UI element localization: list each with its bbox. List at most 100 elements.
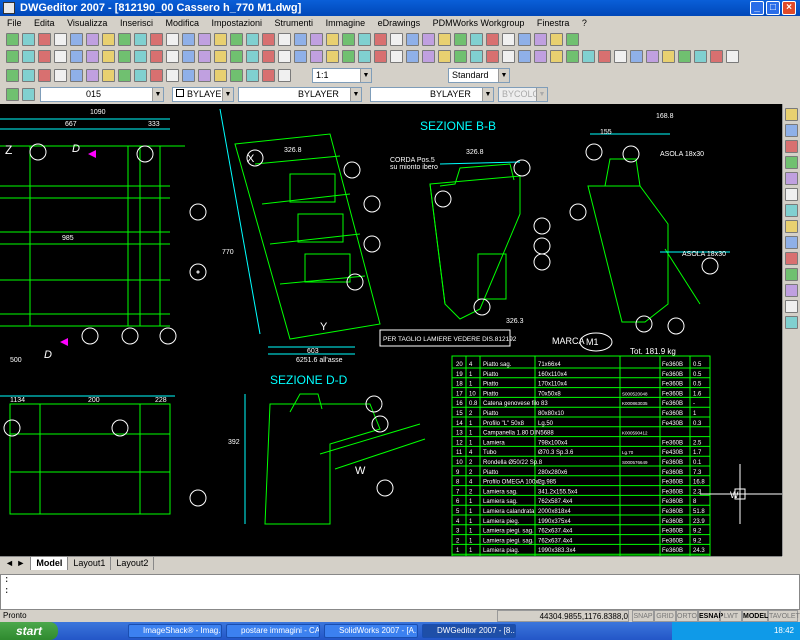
toolbar-tool-icon[interactable] bbox=[598, 50, 611, 63]
task-solidworks[interactable]: SolidWorks 2007 - [A... bbox=[324, 624, 418, 638]
modify-tool-icon[interactable] bbox=[785, 108, 798, 121]
toolbar-tool-icon[interactable] bbox=[726, 50, 739, 63]
toolbar-tool-icon[interactable] bbox=[646, 50, 659, 63]
modify-tool-icon[interactable] bbox=[785, 252, 798, 265]
tab-nav-arrows[interactable]: ◄ ► bbox=[0, 557, 32, 570]
toolbar-tool-icon[interactable] bbox=[374, 50, 387, 63]
toolbar-tool-icon[interactable] bbox=[390, 50, 403, 63]
toolbar-tool-icon[interactable] bbox=[326, 33, 339, 46]
toolbar-tool-icon[interactable] bbox=[182, 33, 195, 46]
modify-tool-icon[interactable] bbox=[785, 204, 798, 217]
modify-tool-icon[interactable] bbox=[785, 172, 798, 185]
plotstyle-combo[interactable]: BYCOLOR ▼ bbox=[498, 87, 548, 102]
toolbar-tool-icon[interactable] bbox=[454, 33, 467, 46]
toolbar-tool-icon[interactable] bbox=[6, 33, 19, 46]
cad-drawing[interactable]: SEZIONE B-B SEZIONE D-D MARCA M1 Tot. 18… bbox=[0, 104, 782, 556]
toolbar-tool-icon[interactable] bbox=[310, 50, 323, 63]
toolbar-tool-icon[interactable] bbox=[470, 50, 483, 63]
toolbar-tool-icon[interactable] bbox=[134, 69, 147, 82]
toolbar-tool-icon[interactable] bbox=[294, 50, 307, 63]
modify-tool-icon[interactable] bbox=[785, 188, 798, 201]
toolbar-tool-icon[interactable] bbox=[438, 50, 451, 63]
modify-tool-icon[interactable] bbox=[785, 156, 798, 169]
toolbar-tool-icon[interactable] bbox=[342, 33, 355, 46]
window-titlebar[interactable]: DWGeditor 2007 - [812190_00 Cassero h_77… bbox=[0, 0, 800, 16]
linetype-combo[interactable]: BYLAYER ▼ bbox=[238, 87, 362, 102]
toolbar-tool-icon[interactable] bbox=[102, 50, 115, 63]
toolbar-tool-icon[interactable] bbox=[6, 69, 19, 82]
toolbar-tool-icon[interactable] bbox=[6, 50, 19, 63]
toolbar-tool-icon[interactable] bbox=[214, 69, 227, 82]
menu-help[interactable]: ? bbox=[577, 18, 592, 28]
tab-layout1[interactable]: Layout1 bbox=[68, 557, 112, 570]
menu-strumenti[interactable]: Strumenti bbox=[270, 18, 319, 28]
toolbar-tool-icon[interactable] bbox=[38, 69, 51, 82]
toolbar-tool-icon[interactable] bbox=[358, 33, 371, 46]
toolbar-tool-icon[interactable] bbox=[486, 33, 499, 46]
toolbar-tool-icon[interactable] bbox=[278, 33, 291, 46]
toolbar-tool-icon[interactable] bbox=[38, 50, 51, 63]
toolbar-tool-icon[interactable] bbox=[214, 50, 227, 63]
toolbar-tool-icon[interactable] bbox=[118, 33, 131, 46]
toolbar-tool-icon[interactable] bbox=[518, 33, 531, 46]
menu-visualizza[interactable]: Visualizza bbox=[62, 18, 112, 28]
toolbar-tool-icon[interactable] bbox=[118, 69, 131, 82]
drawing-canvas[interactable]: SEZIONE B-B SEZIONE D-D MARCA M1 Tot. 18… bbox=[0, 104, 782, 556]
toolbar-tool-icon[interactable] bbox=[182, 50, 195, 63]
toolbar-tool-icon[interactable] bbox=[278, 50, 291, 63]
chevron-down-icon[interactable]: ▼ bbox=[350, 88, 361, 101]
toolbar-tool-icon[interactable] bbox=[678, 50, 691, 63]
chevron-down-icon[interactable]: ▼ bbox=[152, 88, 163, 101]
menu-edrawings[interactable]: eDrawings bbox=[373, 18, 426, 28]
toolbar-tool-icon[interactable] bbox=[70, 33, 83, 46]
close-button[interactable]: × bbox=[782, 1, 796, 15]
toolbar-tool-icon[interactable] bbox=[246, 50, 259, 63]
chevron-down-icon[interactable]: ▼ bbox=[498, 69, 509, 82]
toolbar-tool-icon[interactable] bbox=[422, 33, 435, 46]
model-toggle[interactable]: MODEL bbox=[742, 610, 768, 622]
toolbar-tool-icon[interactable] bbox=[230, 33, 243, 46]
toolbar-tool-icon[interactable] bbox=[54, 50, 67, 63]
chevron-down-icon[interactable]: ▼ bbox=[536, 88, 547, 101]
toolbar-tool-icon[interactable] bbox=[694, 50, 707, 63]
chevron-down-icon[interactable]: ▼ bbox=[482, 88, 493, 101]
toolbar-tool-icon[interactable] bbox=[566, 50, 579, 63]
toolbar-tool-icon[interactable] bbox=[662, 50, 675, 63]
toolbar-tool-icon[interactable] bbox=[502, 50, 515, 63]
ortho-toggle[interactable]: ORTO bbox=[676, 610, 698, 622]
toolbar-tool-icon[interactable] bbox=[166, 50, 179, 63]
toolbar-tool-icon[interactable] bbox=[22, 69, 35, 82]
menu-immagine[interactable]: Immagine bbox=[321, 18, 371, 28]
scale-combo[interactable]: 1:1 ▼ bbox=[312, 68, 372, 83]
toolbar-tool-icon[interactable] bbox=[86, 69, 99, 82]
toolbar-tool-icon[interactable] bbox=[502, 33, 515, 46]
toolbar-tool-icon[interactable] bbox=[150, 69, 163, 82]
toolbar-tool-icon[interactable] bbox=[246, 69, 259, 82]
toolbar-tool-icon[interactable] bbox=[230, 50, 243, 63]
toolbar-tool-icon[interactable] bbox=[422, 50, 435, 63]
menu-pdmworks[interactable]: PDMWorks Workgroup bbox=[428, 18, 530, 28]
toolbar-tool-icon[interactable] bbox=[166, 69, 179, 82]
toolbar-tool-icon[interactable] bbox=[118, 50, 131, 63]
toolbar-tool-icon[interactable] bbox=[230, 69, 243, 82]
toolbar-tool-icon[interactable] bbox=[134, 33, 147, 46]
menu-impostazioni[interactable]: Impostazioni bbox=[207, 18, 268, 28]
command-line[interactable]: : : bbox=[0, 574, 800, 610]
tab-model[interactable]: Model bbox=[31, 557, 69, 570]
color-combo[interactable]: BYLAYER ▼ bbox=[172, 87, 234, 102]
menu-inserisci[interactable]: Inserisci bbox=[115, 18, 158, 28]
toolbar-tool-icon[interactable] bbox=[102, 33, 115, 46]
menu-modifica[interactable]: Modifica bbox=[160, 18, 204, 28]
toolbar-tool-icon[interactable] bbox=[342, 50, 355, 63]
chevron-down-icon[interactable]: ▼ bbox=[360, 69, 371, 82]
toolbar-tool-icon[interactable] bbox=[6, 88, 19, 101]
modify-tool-icon[interactable] bbox=[785, 124, 798, 137]
toolbar-tool-icon[interactable] bbox=[22, 88, 35, 101]
chevron-down-icon[interactable]: ▼ bbox=[222, 88, 233, 101]
toolbar-tool-icon[interactable] bbox=[262, 33, 275, 46]
toolbar-tool-icon[interactable] bbox=[470, 33, 483, 46]
toolbar-tool-icon[interactable] bbox=[54, 69, 67, 82]
toolbar-tool-icon[interactable] bbox=[582, 50, 595, 63]
grid-toggle[interactable]: GRID bbox=[654, 610, 676, 622]
toolbar-tool-icon[interactable] bbox=[550, 33, 563, 46]
